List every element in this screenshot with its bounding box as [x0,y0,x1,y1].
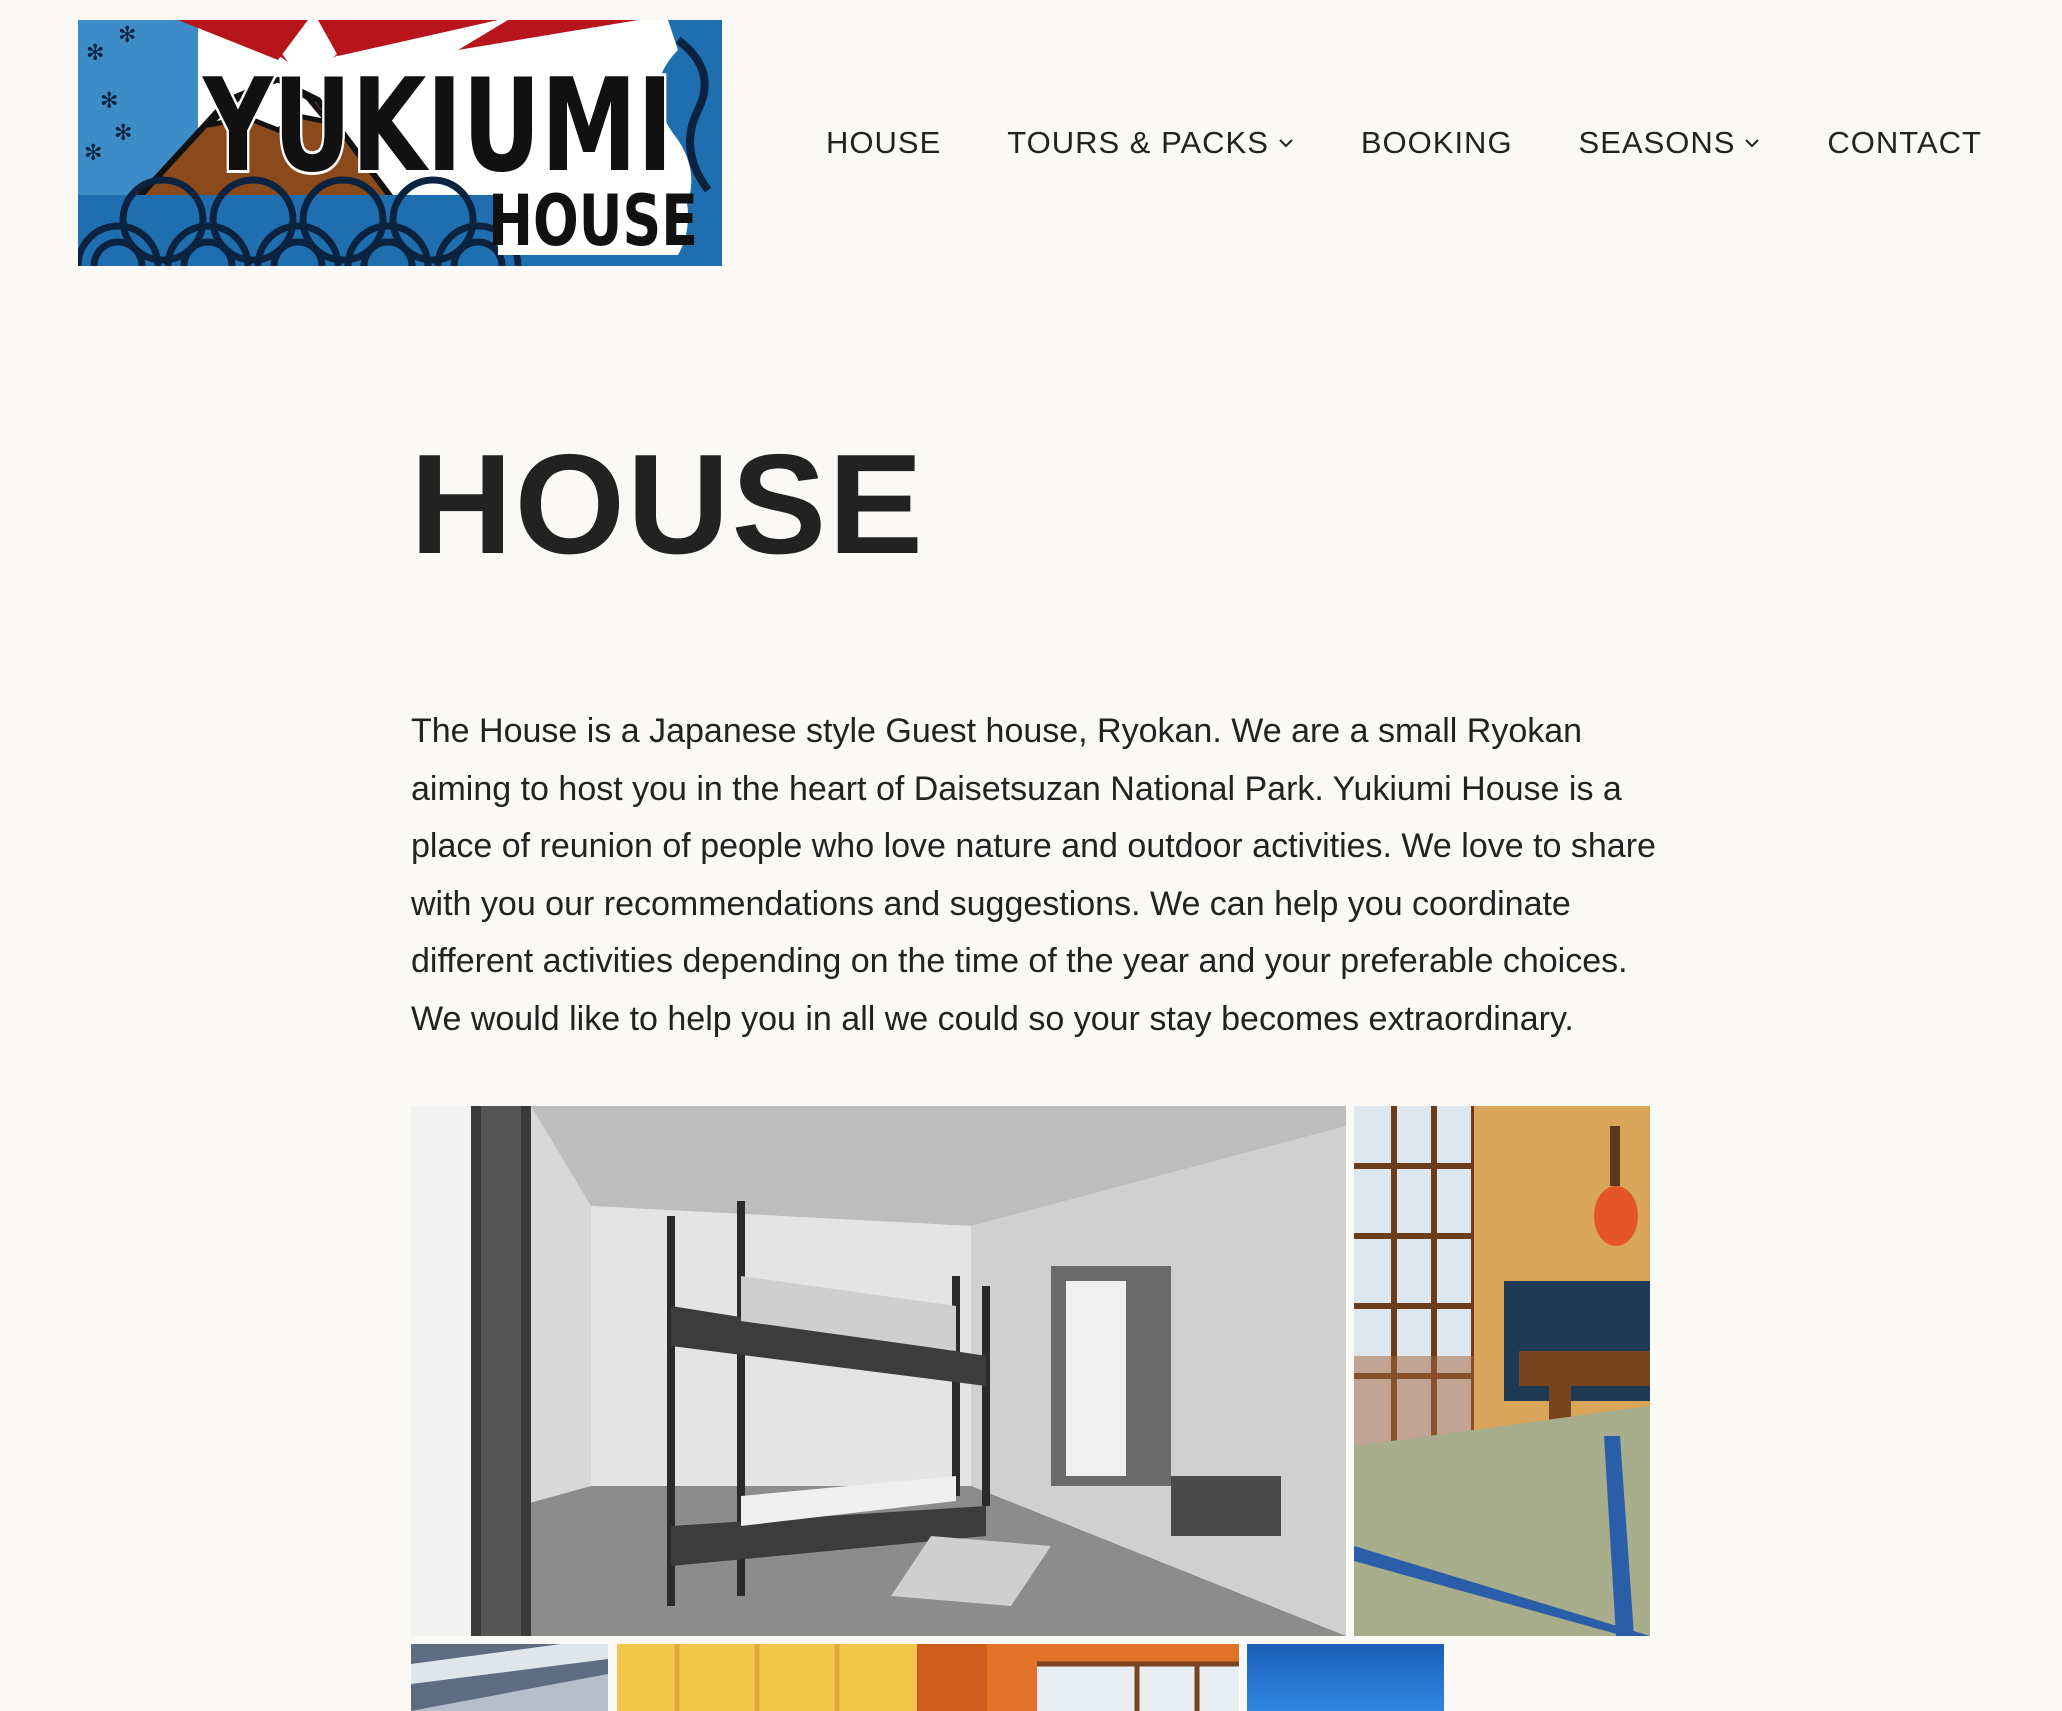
site-logo[interactable]: ✻ ✻ ✻ ✻ ✻ YUKIUMI HOUSE [78,20,722,266]
nav-item-seasons[interactable]: SEASONS [1579,125,1762,161]
yukiumi-house-logo: ✻ ✻ ✻ ✻ ✻ YUKIUMI HOUSE [78,20,722,266]
nav-item-label: HOUSE [826,125,942,160]
nav-item-label: TOURS & PACKS [1007,125,1269,160]
nav-item-tours-packs[interactable]: TOURS & PACKS [1007,125,1295,161]
nav-item-label: CONTACT [1827,125,1982,160]
gallery-image [1247,1644,1444,1711]
svg-text:✻: ✻ [86,41,104,66]
nav-item-label: BOOKING [1360,125,1513,160]
svg-text:✻: ✻ [118,23,136,48]
orange-curtain-room-photo[interactable] [617,1644,1239,1711]
gallery-image [411,1644,608,1711]
building-exterior-photo[interactable] [411,1644,608,1711]
svg-text:✻: ✻ [84,141,102,166]
gallery-image [1354,1106,1650,1636]
tatami-room-photo[interactable] [1354,1106,1650,1636]
intro-paragraph: The House is a Japanese style Guest hous… [411,712,1656,1038]
nav-item-contact[interactable]: CONTACT [1827,125,1982,161]
chevron-down-icon [1279,139,1293,148]
nav-item-booking[interactable]: BOOKING [1361,125,1513,161]
nav-item-house[interactable]: HOUSE [826,125,941,161]
main-navigation: HOUSE TOURS & PACKS BOOKING SEASONS CONT… [826,118,1982,168]
svg-text:✻: ✻ [100,89,118,114]
svg-text:✻: ✻ [114,121,132,146]
logo-text-house: HOUSE [488,180,698,262]
gallery-image [617,1644,1239,1711]
page-title: HOUSE [410,425,925,584]
nav-item-label: SEASONS [1578,125,1736,160]
bunk-bed-room-photo[interactable] [411,1106,1346,1636]
gallery-image [411,1106,1346,1636]
logo-text-yukiumi: YUKIUMI [201,52,673,201]
chevron-down-icon [1745,139,1760,148]
blue-sky-photo[interactable] [1247,1644,1444,1711]
